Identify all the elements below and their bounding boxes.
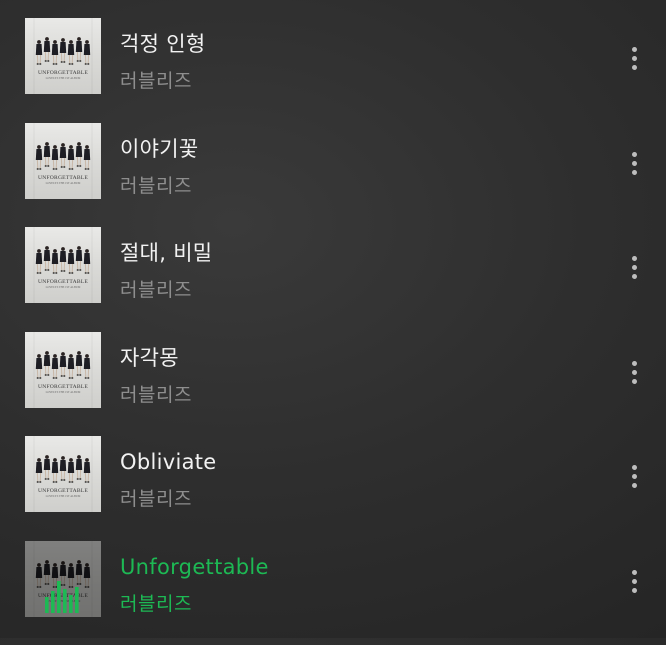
more-vertical-icon [618,460,650,500]
track-title: 자각몽 [120,346,179,370]
album-art-caption-sub: LOVELYZ THE 1ST ALBUM [45,391,81,394]
track-row-now-playing[interactable]: UNFORGETTABLELOVELYZ THE 1ST ALBUM Unforg… [0,541,666,645]
album-art-caption: UNFORGETTABLE [37,488,88,494]
more-icon-dot [632,483,637,488]
track-row[interactable]: UNFORGETTABLE LOVELYZ THE 1ST ALBUM 걱정 인형러… [0,18,666,122]
album-art-thumbnail: UNFORGETTABLELOVELYZ THE 1ST ALBUM [25,541,101,617]
more-icon-dot [632,474,637,479]
more-icon-dot [632,588,637,593]
more-icon-dot [632,579,637,584]
track-row[interactable]: UNFORGETTABLE LOVELYZ THE 1ST ALBUM 이야기꽃러블… [0,123,666,227]
track-artist: 러블리즈 [120,384,192,406]
more-vertical-icon [618,42,650,82]
track-title: Unforgettable [120,555,269,579]
album-art-caption: UNFORGETTABLE [37,279,88,285]
more-icon-dot [632,56,637,61]
album-art-figures [35,351,91,379]
more-options-button[interactable] [618,147,650,187]
track-row[interactable]: UNFORGETTABLE LOVELYZ THE 1ST ALBUM Oblivi… [0,436,666,540]
album-art-caption-sub: LOVELYZ THE 1ST ALBUM [45,182,81,185]
more-vertical-icon [618,565,650,605]
album-art-figures [35,455,91,483]
more-options-button[interactable] [618,251,650,291]
track-artist: 러블리즈 [120,593,192,615]
album-art-thumbnail: UNFORGETTABLELOVELYZ THE 1ST ALBUM [25,123,101,199]
more-icon-dot [632,161,637,166]
album-art-caption: UNFORGETTABLE [37,384,88,390]
more-icon-dot [632,379,637,384]
more-icon-dot [632,170,637,175]
more-options-button[interactable] [618,460,650,500]
track-artist: 러블리즈 [120,488,192,510]
more-icon-dot [632,256,637,261]
track-artist: 러블리즈 [120,279,192,301]
more-icon-dot [632,465,637,470]
track-title: 이야기꽃 [120,137,199,161]
album-art-figures [35,37,91,65]
more-vertical-icon [618,147,650,187]
track-row[interactable]: UNFORGETTABLE LOVELYZ THE 1ST ALBUM 절대, 비밀… [0,227,666,331]
album-art-figures [35,142,91,170]
album-art-caption: UNFORGETTABLE [37,175,88,181]
more-icon-dot [632,274,637,279]
album-art-caption-sub: LOVELYZ THE 1ST ALBUM [45,495,81,498]
track-artist: 러블리즈 [120,175,192,197]
track-title: 걱정 인형 [120,32,206,56]
album-art-caption-sub: LOVELYZ THE 1ST ALBUM [45,77,81,80]
album-art-thumbnail: UNFORGETTABLELOVELYZ THE 1ST ALBUM [25,227,101,303]
more-icon-dot [632,370,637,375]
more-icon-dot [632,65,637,70]
more-vertical-icon [618,251,650,291]
more-icon-dot [632,570,637,575]
equalizer-icon [45,581,79,613]
more-icon-dot [632,47,637,52]
album-art-figures [35,246,91,274]
more-icon-dot [632,152,637,157]
track-row[interactable]: UNFORGETTABLE LOVELYZ THE 1ST ALBUM 자각몽러블리… [0,332,666,436]
more-options-button[interactable] [618,42,650,82]
more-vertical-icon [618,356,650,396]
more-options-button[interactable] [618,565,650,605]
track-title: 절대, 비밀 [120,241,213,265]
album-art-thumbnail: UNFORGETTABLELOVELYZ THE 1ST ALBUM [25,332,101,408]
track-title: Obliviate [120,450,217,474]
more-options-button[interactable] [618,356,650,396]
album-art-thumbnail: UNFORGETTABLELOVELYZ THE 1ST ALBUM [25,436,101,512]
album-art-caption-sub: LOVELYZ THE 1ST ALBUM [45,286,81,289]
track-artist: 러블리즈 [120,70,192,92]
album-art-thumbnail: UNFORGETTABLELOVELYZ THE 1ST ALBUM [25,18,101,94]
track-list: UNFORGETTABLE LOVELYZ THE 1ST ALBUM 걱정 인형 러… [0,0,666,638]
album-art-caption: UNFORGETTABLE [37,70,88,76]
more-icon-dot [632,361,637,366]
more-icon-dot [632,265,637,270]
